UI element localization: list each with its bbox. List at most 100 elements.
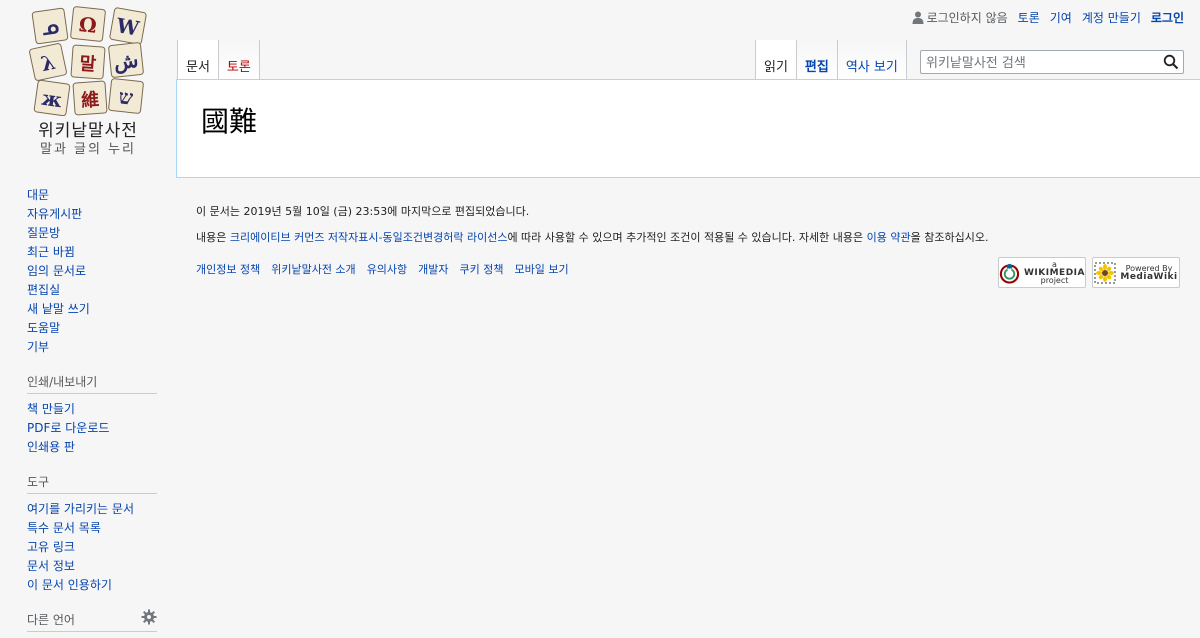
user-icon	[912, 11, 924, 24]
sidebar-link[interactable]: 이 문서 인용하기	[27, 578, 112, 592]
portal-languages-heading: 다른 언어	[27, 609, 157, 632]
sidebar-link[interactable]: 자유게시판	[27, 207, 82, 221]
portal-languages: 다른 언어	[27, 609, 157, 632]
sidebar-item-editing-room[interactable]: 편집실	[27, 281, 157, 300]
logo-tile-8: 維	[80, 88, 99, 111]
sidebar-item-help[interactable]: 도움말	[27, 319, 157, 338]
sidebar-item-donate[interactable]: 기부	[27, 338, 157, 357]
tab-talk[interactable]: 토론	[218, 40, 260, 80]
portal-print: 인쇄/내보내기 책 만들기 PDF로 다운로드 인쇄용 판	[27, 373, 157, 457]
logo-tagline: 말과 글의 누리	[39, 142, 137, 157]
sidebar-item-new-entry[interactable]: 새 낱말 쓰기	[27, 300, 157, 319]
logo-tile-6: ش	[113, 48, 140, 75]
logo-tile-1: ᓄ	[40, 14, 60, 40]
logo-tiles-icon: ᓄ Ω W λ 말 ش ж 維 ש	[29, 6, 147, 117]
personal-tools: 로그인하지 않음 토론 기여 계정 만들기 로그인	[912, 9, 1184, 26]
sidebar-link[interactable]: 최근 바뀜	[27, 245, 75, 259]
tab-edit[interactable]: 편집	[796, 40, 838, 80]
portal-tools-heading: 도구	[27, 473, 157, 494]
portal-languages-label: 다른 언어	[27, 613, 75, 627]
logo-tile-9: ש	[118, 84, 135, 109]
sidebar-navigation: 대문 자유게시판 질문방 최근 바뀜 임의 문서로 편집실 새 낱말 쓰기 도움…	[27, 186, 157, 357]
wikimedia-badge-text: a WIKIMEDIA project	[1024, 260, 1085, 285]
footer-developers-link[interactable]: 개발자	[418, 261, 448, 277]
create-account-link[interactable]: 계정 만들기	[1082, 9, 1141, 26]
sidebar-item-book[interactable]: 책 만들기	[27, 400, 157, 419]
search-input[interactable]	[924, 53, 1164, 73]
sidebar-link[interactable]: 새 낱말 쓰기	[27, 302, 90, 316]
sidebar-item-random[interactable]: 임의 문서로	[27, 262, 157, 281]
sidebar-item-what-links-here[interactable]: 여기를 가리키는 문서	[27, 500, 157, 519]
mediawiki-badge-line2: MediaWiki	[1120, 271, 1178, 282]
portal-tools: 도구 여기를 가리키는 문서 특수 문서 목록 고유 링크 문서 정보 이 문서…	[27, 473, 157, 595]
license-link[interactable]: 크리에이티브 커먼즈 저작자표시-동일조건변경허락 라이선스	[230, 231, 508, 244]
sidebar-link[interactable]: 편집실	[27, 283, 60, 297]
sidebar-link[interactable]: 문서 정보	[27, 559, 75, 573]
sidebar-item-permalink[interactable]: 고유 링크	[27, 538, 157, 557]
sidebar-link[interactable]: 책 만들기	[27, 402, 75, 416]
sidebar-link[interactable]: 대문	[27, 188, 49, 202]
tab-edit-label: 편집	[804, 60, 829, 75]
not-logged-in-label: 로그인하지 않음	[926, 11, 1008, 25]
anon-user: 로그인하지 않음	[912, 9, 1008, 26]
tab-article-label: 문서	[186, 60, 210, 75]
main-content: 國難	[176, 79, 1200, 178]
license-prefix: 내용은	[196, 231, 230, 244]
site-logo[interactable]: ᓄ Ω W λ 말 ش ж 維 ש 위키낱말사전 말과 글의 누리	[28, 4, 148, 157]
mediawiki-sunflower-icon	[1094, 262, 1116, 283]
sidebar-link[interactable]: 질문방	[27, 226, 60, 240]
sidebar-link[interactable]: 도움말	[27, 321, 60, 335]
sidebar-item-special-pages[interactable]: 특수 문서 목록	[27, 519, 157, 538]
sidebar-item-pdf[interactable]: PDF로 다운로드	[27, 419, 157, 438]
mediawiki-badge-text: Powered By MediaWiki	[1120, 264, 1178, 282]
sidebar-item-cite[interactable]: 이 문서 인용하기	[27, 576, 157, 595]
footer-disclaimer-link[interactable]: 유의사항	[367, 261, 407, 277]
sidebar-link[interactable]: 고유 링크	[27, 540, 75, 554]
logo-tile-5: 말	[79, 53, 97, 75]
tab-article[interactable]: 문서	[177, 40, 219, 80]
wikimedia-badge-line3: project	[1040, 275, 1069, 285]
footer-places: 개인정보 정책 위키낱말사전 소개 유의사항 개발자 쿠키 정책 모바일 보기	[196, 261, 569, 277]
sidebar-item-recent-changes[interactable]: 최근 바뀜	[27, 243, 157, 262]
wikimedia-project-badge[interactable]: a WIKIMEDIA project	[998, 257, 1086, 288]
footer-privacy-link[interactable]: 개인정보 정책	[196, 261, 260, 277]
license-middle: 에 따라 사용할 수 있으며 추가적인 조건이 적용될 수 있습니다. 자세한 …	[507, 231, 867, 244]
logo-tile-3: W	[114, 13, 142, 41]
sidebar-link[interactable]: 기부	[27, 340, 49, 354]
anon-talk-link[interactable]: 토론	[1018, 9, 1040, 26]
terms-of-use-link[interactable]: 이용 약관	[867, 231, 911, 244]
wikimedia-logo-icon	[999, 263, 1020, 284]
sidebar-link[interactable]: 인쇄용 판	[27, 440, 75, 454]
footer-last-modified: 이 문서는 2019년 5월 10일 (금) 23:53에 마지막으로 편집되었…	[196, 205, 530, 218]
footer-mobile-view-link[interactable]: 모바일 보기	[515, 261, 569, 277]
search-icon[interactable]	[1163, 54, 1179, 70]
page-title: 國難	[201, 105, 258, 138]
sidebar-link[interactable]: 임의 문서로	[27, 264, 86, 278]
footer-about-link[interactable]: 위키낱말사전 소개	[271, 261, 355, 277]
sidebar: 대문 자유게시판 질문방 최근 바뀜 임의 문서로 편집실 새 낱말 쓰기 도움…	[27, 186, 157, 638]
login-link[interactable]: 로그인	[1151, 9, 1184, 26]
view-tabs: 읽기 편집 역사 보기	[755, 40, 907, 80]
logo-tile-7: ж	[40, 86, 63, 113]
sidebar-item-printable[interactable]: 인쇄용 판	[27, 438, 157, 457]
sidebar-item-community[interactable]: 자유게시판	[27, 205, 157, 224]
footer-license: 내용은 크리에이티브 커먼즈 저작자표시-동일조건변경허락 라이선스에 따라 사…	[196, 231, 988, 245]
sidebar-link[interactable]: 특수 문서 목록	[27, 521, 101, 535]
sidebar-link[interactable]: 여기를 가리키는 문서	[27, 502, 134, 516]
footer-cookie-link[interactable]: 쿠키 정책	[460, 261, 504, 277]
sidebar-link[interactable]: PDF로 다운로드	[27, 421, 109, 435]
anon-contributions-link[interactable]: 기여	[1050, 9, 1072, 26]
footer-icons: a WIKIMEDIA project Powered By MediaWiki	[998, 257, 1180, 288]
logo-tile-2: Ω	[78, 12, 98, 38]
mediawiki-badge[interactable]: Powered By MediaWiki	[1092, 257, 1180, 288]
license-suffix: 을 참조하십시오.	[910, 231, 989, 244]
sidebar-item-questions[interactable]: 질문방	[27, 224, 157, 243]
sidebar-item-page-info[interactable]: 문서 정보	[27, 557, 157, 576]
tab-read[interactable]: 읽기	[755, 40, 797, 80]
sidebar-item-main-page[interactable]: 대문	[27, 186, 157, 205]
tab-history[interactable]: 역사 보기	[837, 40, 907, 80]
gear-icon[interactable]	[141, 609, 157, 625]
tab-history-label: 역사 보기	[845, 60, 898, 75]
namespace-tabs: 문서 토론	[177, 40, 260, 80]
tab-read-label: 읽기	[764, 60, 788, 75]
